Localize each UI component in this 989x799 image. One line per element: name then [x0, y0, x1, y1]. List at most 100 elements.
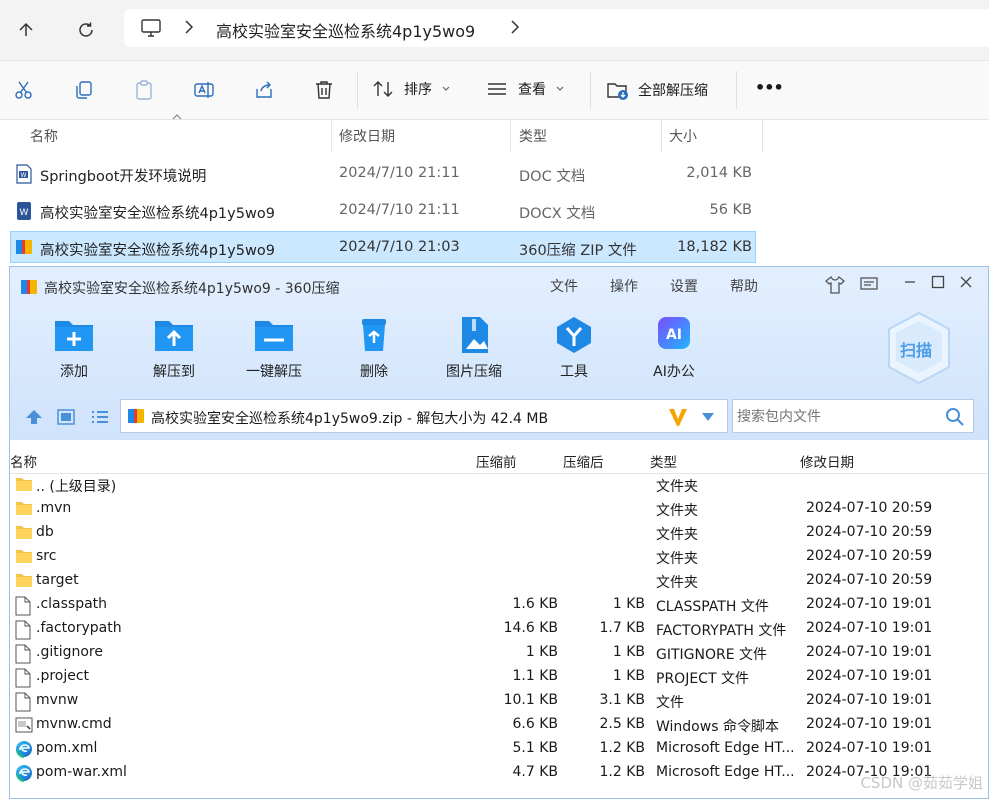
zip-entry-name: .factorypath [36, 620, 122, 636]
sort-icon [373, 81, 393, 97]
zip-entry-row[interactable]: .classpath 1.6 KB 1 KB CLASSPATH 文件 2024-07-… [10, 593, 988, 617]
zip-column-before[interactable]: 压缩前 [476, 451, 517, 471]
skin-shirt-icon[interactable] [824, 275, 846, 295]
detail-view-button[interactable] [90, 408, 110, 426]
zip-entry-row[interactable]: .project 1.1 KB 1 KB PROJECT 文件 2024-07-10 1… [10, 665, 988, 689]
zip-address-bar[interactable]: 高校实验室安全巡检系统4p1y5wo9.zip - 解包大小为 42.4 MB [120, 399, 728, 433]
zip-column-modified[interactable]: 修改日期 [800, 451, 854, 471]
refresh-button[interactable] [68, 12, 104, 48]
zip-entry-row[interactable]: mvnw.cmd 6.6 KB 2.5 KB Windows 命令脚本 2024-07-… [10, 713, 988, 737]
file-name: 高校实验室安全巡检系统4p1y5wo9 [40, 243, 275, 259]
copy-icon [76, 81, 92, 99]
word-doc-icon: W [15, 164, 33, 184]
zip-column-after[interactable]: 压缩后 [563, 451, 604, 471]
address-dropdown-button[interactable] [701, 412, 715, 422]
chevron-right-icon[interactable] [510, 20, 520, 34]
breadcrumb-current[interactable]: 高校实验室安全巡检系统4p1y5wo9 [216, 18, 475, 42]
list-view-icon [488, 83, 506, 95]
zip-entry-row[interactable]: target 文件夹 2024-07-10 20:59 [10, 569, 988, 593]
feedback-icon[interactable] [859, 275, 879, 293]
sort-caret-icon [172, 114, 182, 120]
cut-button[interactable] [8, 74, 40, 106]
file-row-selected[interactable]: 高校实验室安全巡检系统4p1y5wo9 2024/7/10 21:03 360压… [10, 231, 756, 263]
share-button[interactable] [248, 74, 280, 106]
file-row[interactable]: W 高校实验室安全巡检系统4p1y5wo9 2024/7/10 21:11 DO… [10, 193, 756, 229]
extract-all-button[interactable]: 全部解压缩 [606, 79, 708, 101]
menu-file[interactable]: 文件 [550, 276, 578, 296]
word-docx-icon: W [15, 201, 33, 221]
zip-column-type[interactable]: 类型 [650, 451, 677, 471]
zip-entry-row[interactable]: .mvn 文件夹 2024-07-10 20:59 [10, 497, 988, 521]
delete-tool-label: 删除 [360, 364, 388, 380]
minimize-button[interactable] [903, 275, 917, 289]
file-icon [15, 644, 31, 664]
scan-label: 扫描 [900, 341, 933, 360]
view-label: 查看 [518, 82, 546, 98]
zip-entry-before: 4.7 KB [512, 764, 559, 780]
maximize-button[interactable] [931, 275, 945, 289]
column-divider[interactable] [661, 118, 662, 152]
ai-badge-text: AI [666, 327, 682, 343]
zip-entry-row[interactable]: src 文件夹 2024-07-10 20:59 [10, 545, 988, 569]
copy-button[interactable] [68, 74, 100, 106]
sort-button[interactable]: 排序 [372, 79, 450, 99]
menu-settings[interactable]: 设置 [670, 276, 698, 296]
column-divider[interactable] [510, 118, 511, 152]
rename-button[interactable] [188, 74, 220, 106]
paste-icon [136, 80, 152, 100]
view-button[interactable]: 查看 [486, 79, 564, 99]
zip-entry-before: 1.1 KB [512, 668, 559, 684]
add-label: 添加 [60, 364, 88, 380]
scan-button[interactable]: 扫描 [886, 311, 952, 385]
zip-entry-row[interactable]: pom-war.xml 4.7 KB 1.2 KB Microsoft Edge HT… [10, 761, 988, 785]
address-bar[interactable]: 高校实验室安全巡检系统4p1y5wo9 [124, 9, 989, 47]
zip-search-box[interactable] [732, 399, 974, 433]
zip-entry-before: 6.6 KB [512, 716, 559, 732]
zip-entry-after: 1 KB [612, 644, 645, 660]
zip-entry-row[interactable]: .gitignore 1 KB 1 KB GITIGNORE 文件 2024-07-10… [10, 641, 988, 665]
extract-to-button[interactable]: 解压到 [132, 315, 216, 381]
zip-window-title: 高校实验室安全巡检系统4p1y5wo9 - 360压缩 [44, 281, 340, 297]
zip-entry-row[interactable]: .factorypath 14.6 KB 1.7 KB FACTORYPATH 文件 2… [10, 617, 988, 641]
delete-tool-button[interactable]: 删除 [332, 315, 416, 381]
zip-entry-row[interactable]: pom.xml 5.1 KB 1.2 KB Microsoft Edge HT... 2… [10, 737, 988, 761]
file-type: DOCX 文档 [519, 206, 596, 222]
zip-entry-modified: 2024-07-10 20:59 [806, 572, 933, 588]
zip-entry-row[interactable]: mvnw 10.1 KB 3.1 KB 文件 2024-07-10 19:01 [10, 689, 988, 713]
column-modified[interactable]: 修改日期 [339, 126, 395, 146]
thumbnail-view-button[interactable] [56, 408, 76, 426]
menu-help[interactable]: 帮助 [730, 276, 758, 296]
column-size[interactable]: 大小 [669, 126, 697, 146]
image-compress-button[interactable]: 图片压缩 [432, 315, 516, 381]
zip-entry-type: 文件夹 [656, 575, 698, 591]
zip-entry-row[interactable]: .. (上级目录) 文件夹 [10, 473, 988, 497]
zip-entry-modified: 2024-07-10 19:01 [806, 620, 933, 636]
zip-entry-type: 文件夹 [656, 527, 698, 543]
tools-button[interactable]: 工具 [532, 315, 616, 381]
ai-office-button[interactable]: AI AI办公 [632, 315, 716, 381]
search-icon[interactable] [945, 407, 965, 427]
close-button[interactable] [959, 275, 973, 289]
zip-entry-row[interactable]: db 文件夹 2024-07-10 20:59 [10, 521, 988, 545]
more-button[interactable]: ••• [755, 78, 784, 97]
paste-button[interactable] [128, 74, 160, 106]
column-type[interactable]: 类型 [519, 126, 547, 146]
extract-all-label: 全部解压缩 [638, 83, 708, 99]
zip-app-icon [20, 278, 38, 296]
column-divider[interactable] [762, 118, 763, 152]
zip-entry-after: 1.7 KB [599, 620, 646, 636]
zip-entry-modified: 2024-07-10 20:59 [806, 500, 933, 516]
file-row[interactable]: W Springboot开发环境说明 2024/7/10 21:11 DOC 文… [10, 156, 756, 192]
menu-operations[interactable]: 操作 [610, 276, 638, 296]
up-level-button[interactable] [24, 408, 44, 426]
column-name[interactable]: 名称 [30, 126, 58, 146]
zip-search-input[interactable] [735, 404, 939, 430]
image-zip-icon [462, 317, 488, 353]
add-button[interactable]: 添加 [32, 315, 116, 381]
zip-column-name[interactable]: 名称 [10, 451, 37, 471]
one-click-extract-button[interactable]: 一键解压 [232, 315, 316, 381]
up-button[interactable] [8, 12, 44, 48]
delete-button[interactable] [308, 74, 340, 106]
file-icon [15, 692, 31, 712]
column-divider[interactable] [331, 118, 332, 152]
